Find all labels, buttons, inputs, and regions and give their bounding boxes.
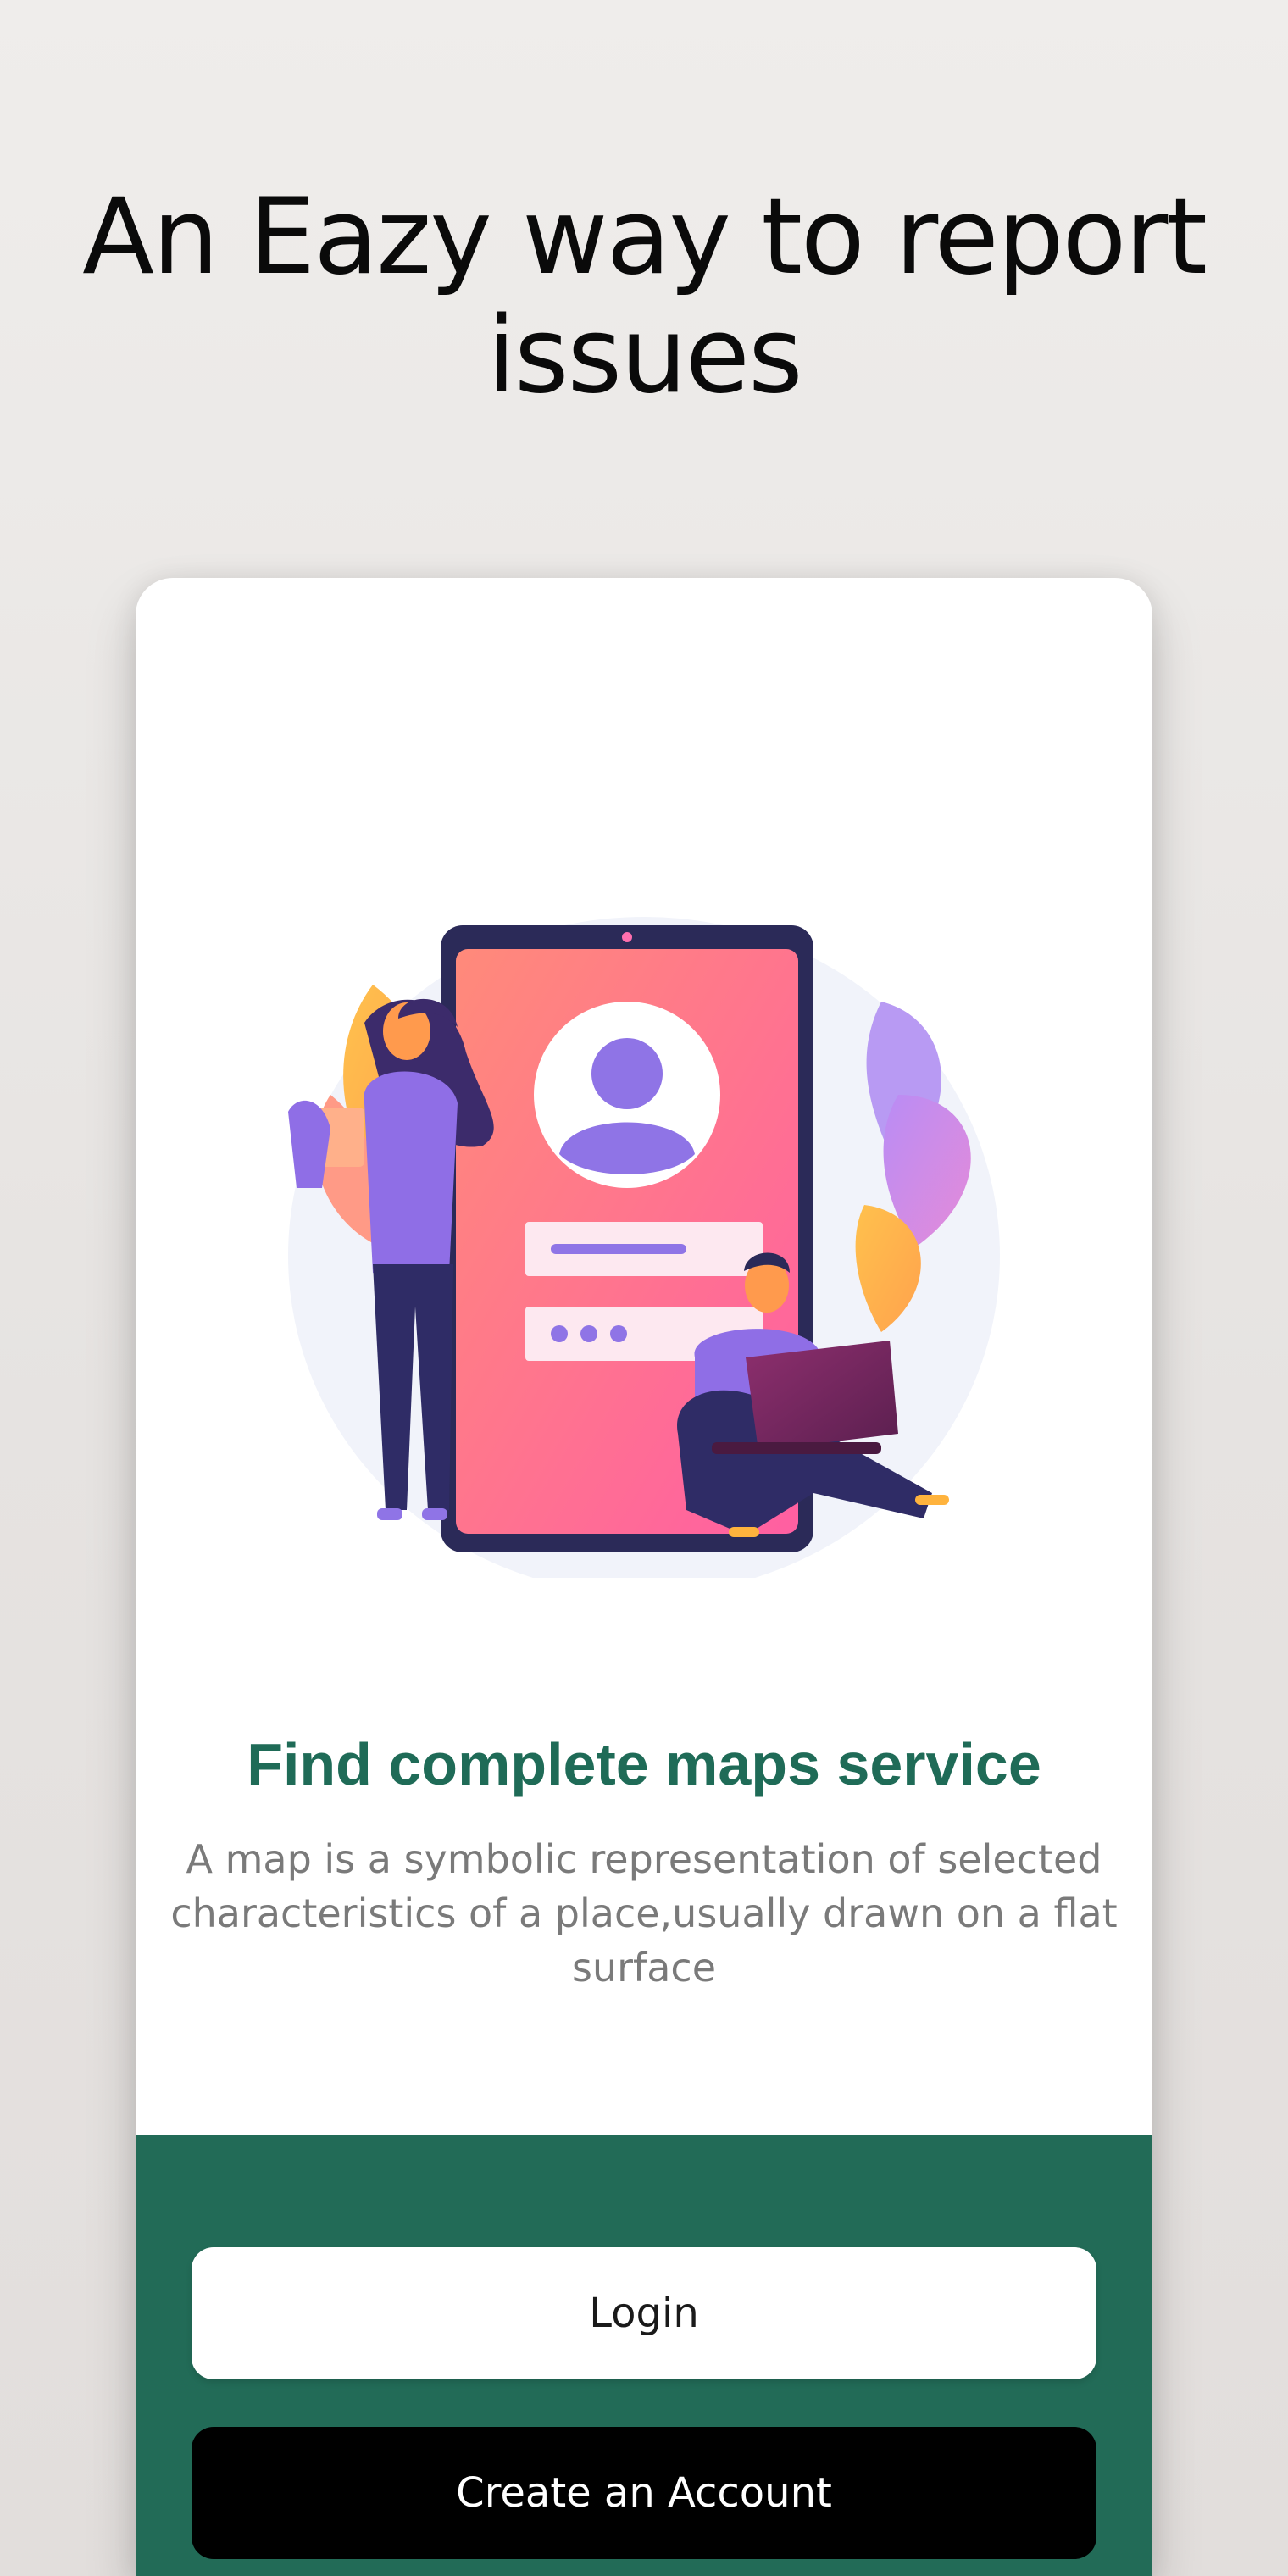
headline: An Eazy way to report issues	[0, 178, 1288, 415]
action-panel: Login Create an Account	[136, 2135, 1152, 2576]
feature-description-line-3: surface	[571, 1945, 716, 1990]
feature-title: Find complete maps service	[247, 1731, 1041, 1797]
phone-screen-card: Find complete maps service A map is a sy…	[136, 578, 1152, 2576]
feature-description: A map is a symbolic representation of se…	[169, 1832, 1119, 1995]
user-profile-illustration	[288, 917, 1000, 1578]
feature-description-line-1: A map is a symbolic representation of se…	[186, 1836, 1102, 1882]
create-account-button[interactable]: Create an Account	[192, 2427, 1096, 2559]
feature-description-line-2: characteristics of a place,usually drawn…	[170, 1890, 1118, 1936]
headline-line-1: An Eazy way to report	[82, 176, 1208, 298]
login-button[interactable]: Login	[192, 2247, 1096, 2379]
headline-line-2: issues	[486, 295, 802, 417]
